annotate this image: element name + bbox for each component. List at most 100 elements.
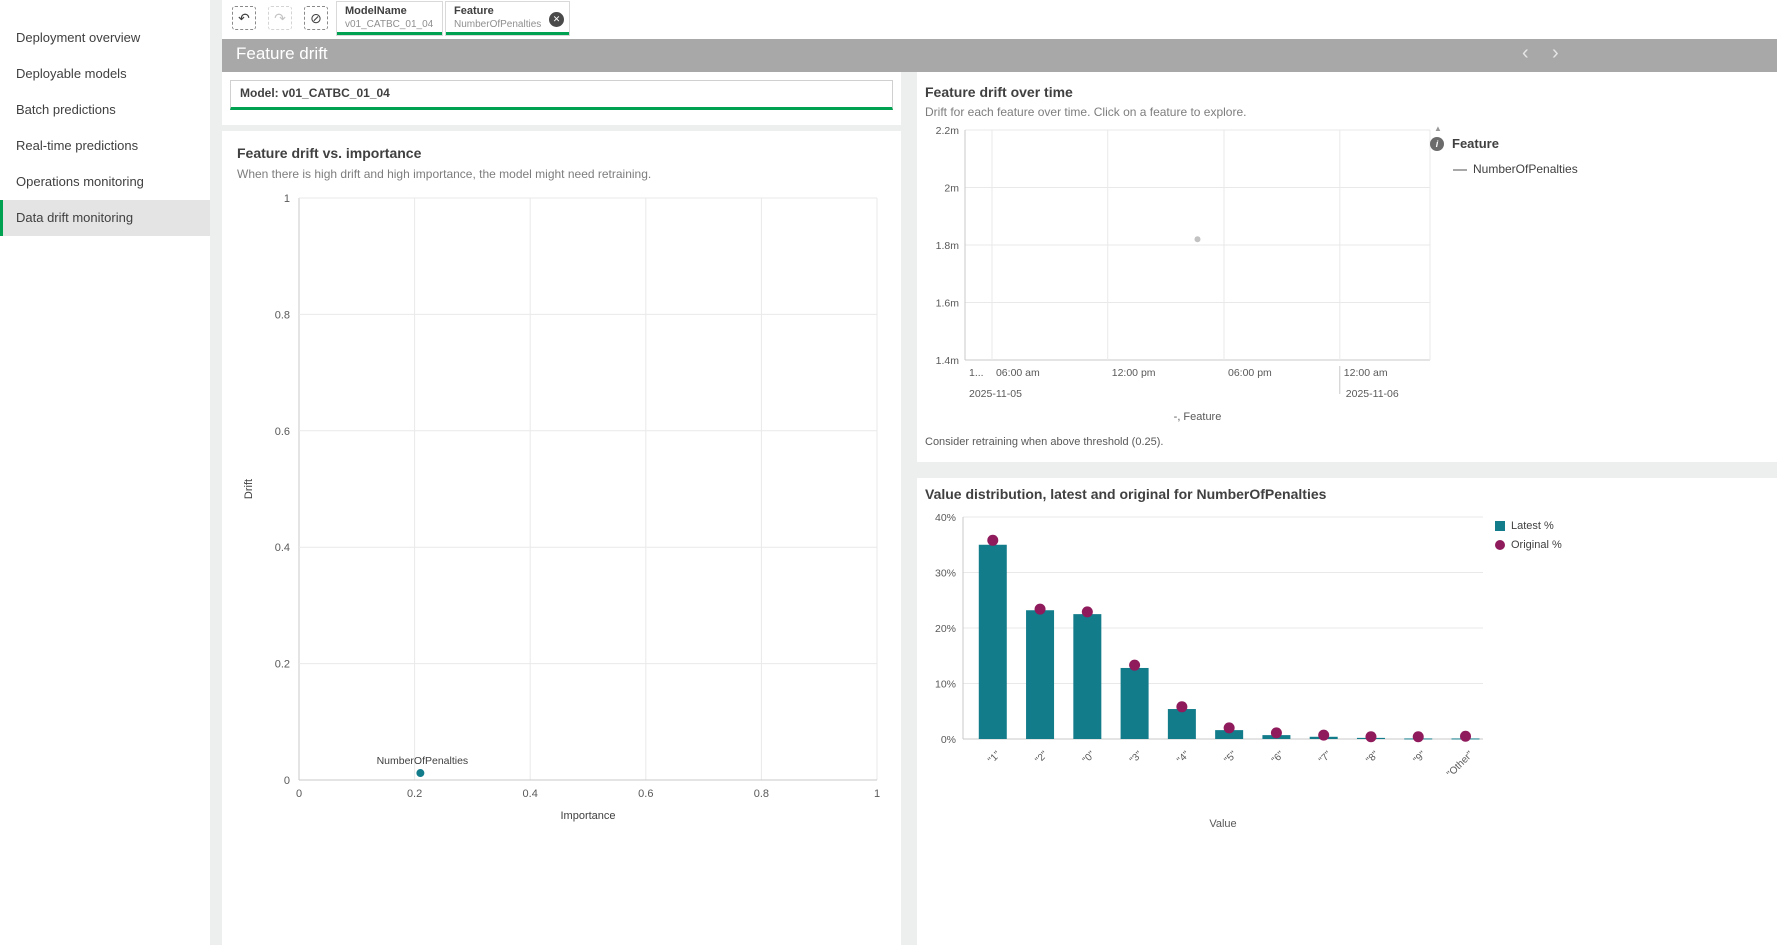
y-tick-label: 10% <box>935 679 956 691</box>
model-filter[interactable]: Model: v01_CATBC_01_04 <box>230 80 893 110</box>
sidebar-item-label: Real-time predictions <box>16 138 138 153</box>
scatter-point-label: NumberOfPenalties <box>377 755 469 767</box>
y-tick-label: 1.4m <box>936 355 960 367</box>
sidebar-item-label: Operations monitoring <box>16 174 144 189</box>
y-tick-label: 0 <box>284 775 290 787</box>
model-filter-label: Model: v01_CATBC_01_04 <box>240 86 390 100</box>
y-tick-label: 40% <box>935 512 956 524</box>
dot-original[interactable] <box>1413 731 1424 742</box>
y-tick-label: 0% <box>941 734 956 746</box>
x-tick-label: 12:00 pm <box>1112 367 1156 379</box>
x-tick-label: 1 <box>874 788 880 800</box>
bar-latest[interactable] <box>1073 614 1101 739</box>
threshold-footnote: Consider retraining when above threshold… <box>925 436 1163 448</box>
sidebar-item-realtime-predictions[interactable]: Real-time predictions <box>0 128 210 164</box>
feature-drift-over-time-card: Feature drift over time Drift for each f… <box>917 72 1777 462</box>
dot-original[interactable] <box>1082 606 1093 617</box>
dot-original[interactable] <box>1460 731 1471 742</box>
bar-latest[interactable] <box>1121 668 1149 739</box>
selection-chip-feature[interactable]: Feature NumberOfPenalties ✕ <box>445 1 570 36</box>
dot-original[interactable] <box>1271 727 1282 738</box>
prev-sheet-button[interactable]: ‹ <box>1522 42 1529 65</box>
dot-original[interactable] <box>1176 701 1187 712</box>
x-axis-title: Value <box>1209 818 1236 830</box>
chart-title: Feature drift vs. importance <box>237 145 421 161</box>
y-tick-label: 1.8m <box>936 240 960 252</box>
x-tick-label: 12:00 am <box>1344 367 1388 379</box>
bar-chart[interactable]: 0%10%20%30%40%"1""2""0""3""4""5""6""7""8… <box>917 506 1777 896</box>
chart-title: Value distribution, latest and original … <box>925 486 1326 502</box>
date-label: 2025-11-05 <box>969 388 1022 400</box>
dot-original[interactable] <box>1035 604 1046 615</box>
selection-green-bar <box>337 32 442 35</box>
dot-original[interactable] <box>1224 722 1235 733</box>
sidebar-item-batch-predictions[interactable]: Batch predictions <box>0 92 210 128</box>
selection-chip-modelname[interactable]: ModelName v01_CATBC_01_04 <box>336 1 443 36</box>
dot-original[interactable] <box>1129 660 1140 671</box>
selections-forward-icon[interactable]: ↷ <box>268 6 292 30</box>
feature-drift-vs-importance-card: Feature drift vs. importance When there … <box>222 131 901 945</box>
legend-line-marker-icon <box>1453 169 1467 171</box>
x-axis-title: Importance <box>560 810 615 822</box>
bar-latest[interactable] <box>1168 709 1196 739</box>
dot-original[interactable] <box>1318 730 1329 741</box>
x-tick-label: "3" <box>1128 749 1145 766</box>
sidebar-item-label: Batch predictions <box>16 102 116 117</box>
chart-title: Feature drift over time <box>925 84 1073 100</box>
x-tick-label: "9" <box>1412 749 1429 766</box>
date-label: 2025-11-06 <box>1346 388 1399 400</box>
scatter-point[interactable] <box>416 769 424 777</box>
filter-band: Model: v01_CATBC_01_04 <box>222 72 901 125</box>
x-tick-label: "Other" <box>1445 749 1476 780</box>
legend-scroll-up-icon[interactable]: ▲ <box>1434 124 1442 133</box>
clear-feature-selection-button[interactable]: ✕ <box>549 12 564 27</box>
y-tick-label: 1 <box>284 193 290 205</box>
x-tick-label: "0" <box>1081 749 1098 766</box>
legend-item-numberofpenalties[interactable]: NumberOfPenalties <box>1453 162 1578 176</box>
info-icon[interactable]: i <box>1430 137 1444 151</box>
y-tick-label: 2.2m <box>936 125 960 137</box>
x-tick-label: 1... <box>969 367 984 379</box>
sidebar-item-operations-monitoring[interactable]: Operations monitoring <box>0 164 210 200</box>
x-tick-label: "5" <box>1223 749 1240 766</box>
sidebar: Deployment overview Deployable models Ba… <box>0 0 210 945</box>
dot-original[interactable] <box>987 535 998 546</box>
y-tick-label: 1.6m <box>936 298 960 310</box>
selection-toolbar: ↶ ↷ ⊘ ModelName v01_CATBC_01_04 Feature … <box>222 0 1777 39</box>
y-tick-label: 30% <box>935 568 956 580</box>
selections-back-icon[interactable]: ↶ <box>232 6 256 30</box>
x-tick-label: "6" <box>1270 749 1287 766</box>
bar-latest[interactable] <box>1026 610 1054 739</box>
y-tick-label: 20% <box>935 623 956 635</box>
y-tick-label: 0.6 <box>275 426 290 438</box>
x-tick-label: 0 <box>296 788 302 800</box>
chart-subtitle: Drift for each feature over time. Click … <box>925 105 1246 119</box>
x-tick-label: 06:00 am <box>996 367 1040 379</box>
clear-selections-icon[interactable]: ⊘ <box>304 6 328 30</box>
sheet-title: Feature drift <box>236 44 328 64</box>
x-tick-label: 0.6 <box>638 788 653 800</box>
x-tick-label: 0.8 <box>754 788 769 800</box>
x-tick-label: 06:00 pm <box>1228 367 1272 379</box>
x-tick-label: 0.4 <box>523 788 538 800</box>
dot-original[interactable] <box>1365 731 1376 742</box>
sidebar-item-label: Data drift monitoring <box>16 210 133 225</box>
line-chart[interactable]: 1.4m 1.6m 1.8m 2m 2.2m 1... 06:00 am 12:00 pm 06… <box>917 122 1477 432</box>
drift-point[interactable] <box>1195 236 1201 242</box>
sheet-title-bar: Feature drift ‹ › <box>222 39 1777 72</box>
y-tick-label: 0.4 <box>275 542 290 554</box>
selection-field-name: ModelName <box>337 2 442 17</box>
y-axis-title: Drift <box>243 479 255 499</box>
sidebar-item-data-drift-monitoring[interactable]: Data drift monitoring <box>0 200 210 236</box>
sidebar-item-deployment-overview[interactable]: Deployment overview <box>0 20 210 56</box>
selection-field-value: v01_CATBC_01_04 <box>337 17 442 30</box>
x-tick-label: "1" <box>986 749 1003 766</box>
sidebar-item-label: Deployment overview <box>16 30 140 45</box>
sidebar-item-deployable-models[interactable]: Deployable models <box>0 56 210 92</box>
scatter-chart[interactable]: 00.20.40.60.8100.20.40.60.81NumberOfPena… <box>242 191 902 891</box>
y-tick-label: 2m <box>944 183 959 195</box>
bar-latest[interactable] <box>979 545 1007 739</box>
x-tick-label: "7" <box>1317 749 1334 766</box>
next-sheet-button[interactable]: › <box>1552 42 1559 65</box>
y-tick-label: 0.2 <box>275 659 290 671</box>
